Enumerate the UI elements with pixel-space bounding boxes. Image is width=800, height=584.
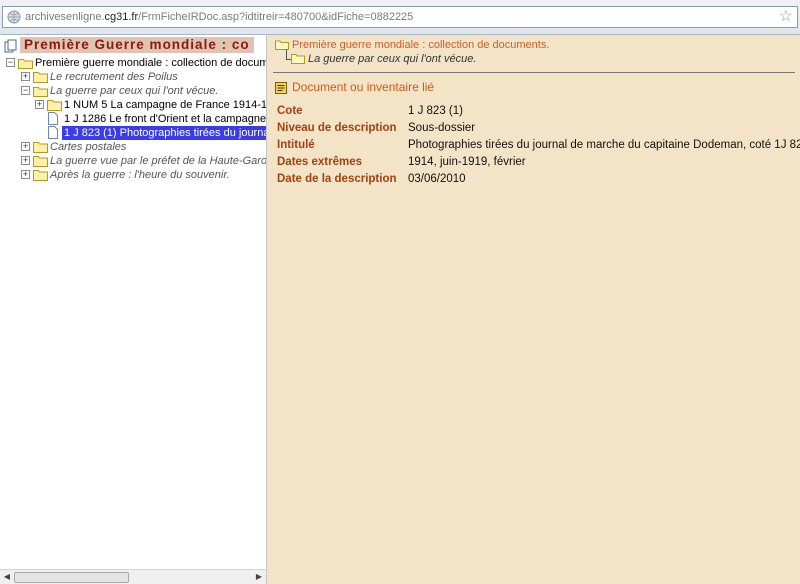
folder-open-icon bbox=[33, 87, 48, 97]
folder-icon bbox=[33, 170, 48, 181]
tree-title[interactable]: Première Guerre mondiale : co bbox=[20, 37, 254, 53]
tree-title-row: Première Guerre mondiale : co bbox=[0, 37, 266, 53]
folder-open-icon bbox=[18, 59, 33, 69]
tree-node-label: La guerre vue par le préfet de la Haute-… bbox=[50, 155, 267, 167]
tree-node-label: Le recrutement des Poilus bbox=[50, 71, 178, 83]
horizontal-scrollbar[interactable]: ◀ ▶ bbox=[0, 569, 266, 584]
field-value: 03/06/2010 bbox=[408, 173, 466, 185]
url-text: archivesenligne.cg31.fr/FrmFicheIRDoc.as… bbox=[25, 11, 414, 23]
field-label: Niveau de description bbox=[277, 122, 397, 134]
address-bar[interactable]: archivesenligne.cg31.fr/FrmFicheIRDoc.as… bbox=[2, 6, 798, 28]
page-icon bbox=[48, 126, 58, 139]
expand-toggle-icon[interactable]: + bbox=[21, 156, 30, 165]
page-icon bbox=[48, 112, 58, 125]
folder-icon bbox=[33, 72, 48, 83]
field-label: Date de la description bbox=[277, 173, 397, 185]
field-label: Cote bbox=[277, 105, 303, 117]
scroll-right-icon[interactable]: ▶ bbox=[252, 570, 266, 584]
globe-icon bbox=[7, 10, 21, 24]
tree-node-label: Première guerre mondiale : collection de… bbox=[35, 57, 267, 69]
folder-icon bbox=[291, 54, 305, 64]
browser-toolbar: archivesenligne.cg31.fr/FrmFicheIRDoc.as… bbox=[0, 0, 800, 35]
tree-node-label: Après la guerre : l'heure du souvenir. bbox=[50, 169, 230, 181]
tree-node-label: La guerre par ceux qui l'ont vécue. bbox=[50, 85, 219, 97]
collapse-toggle-icon[interactable]: − bbox=[21, 86, 30, 95]
folder-icon bbox=[33, 156, 48, 167]
collapse-toggle-icon[interactable]: − bbox=[6, 58, 15, 67]
scrollbar-thumb[interactable] bbox=[14, 572, 129, 583]
notepad-icon bbox=[275, 82, 287, 94]
field-label: Dates extrêmes bbox=[277, 156, 363, 168]
field-value: Photographies tirées du journal de march… bbox=[408, 139, 800, 151]
folder-icon bbox=[33, 142, 48, 153]
divider bbox=[273, 72, 795, 73]
tree-pane: Première Guerre mondiale : co − Première… bbox=[0, 35, 267, 584]
field-value: 1 J 823 (1) bbox=[408, 105, 463, 117]
expand-toggle-icon[interactable]: + bbox=[21, 170, 30, 179]
tree-node-label: 1 NUM 5 La campagne de France 1914-1918 … bbox=[64, 99, 267, 111]
expand-toggle-icon[interactable]: + bbox=[21, 142, 30, 151]
tree-node-label: 1 J 823 (1) Photographies tirées du jour… bbox=[62, 126, 266, 140]
expand-toggle-icon[interactable]: + bbox=[21, 72, 30, 81]
folder-icon bbox=[47, 100, 62, 111]
field-value: 1914, juin-1919, février bbox=[408, 156, 526, 168]
tree-node-label: 1 J 1286 Le front d'Orient et la campagn… bbox=[64, 113, 267, 125]
bookmark-star-icon[interactable]: ☆ bbox=[779, 8, 793, 26]
tree-node-label: Cartes postales bbox=[50, 141, 127, 153]
expand-toggle-icon[interactable]: + bbox=[35, 100, 44, 109]
field-label: Intitulé bbox=[277, 139, 315, 151]
documents-icon bbox=[4, 39, 17, 53]
linked-document-label: Document ou inventaire lié bbox=[292, 80, 435, 94]
detail-pane: Première guerre mondiale : collection de… bbox=[267, 35, 800, 584]
scroll-left-icon[interactable]: ◀ bbox=[0, 570, 14, 584]
breadcrumb-text: La guerre par ceux qui l'ont vécue. bbox=[308, 53, 477, 65]
breadcrumb-text: Première guerre mondiale : collection de… bbox=[292, 39, 550, 51]
field-value: Sous-dossier bbox=[408, 122, 476, 134]
